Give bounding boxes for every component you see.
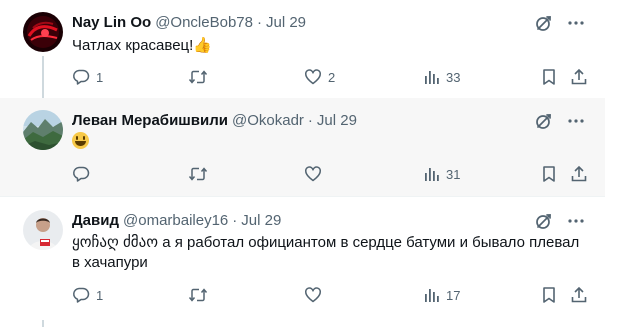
reply-button[interactable] xyxy=(72,164,96,184)
retweet-button[interactable] xyxy=(188,164,214,184)
avatar[interactable] xyxy=(23,12,63,52)
more-icon[interactable] xyxy=(567,212,585,230)
retweet-icon xyxy=(188,286,208,304)
timestamp[interactable]: Jul 29 xyxy=(317,112,357,129)
display-name[interactable]: Давид xyxy=(72,212,119,229)
timestamp[interactable]: Jul 29 xyxy=(241,212,281,229)
reply-button[interactable]: 1 xyxy=(72,285,103,305)
tweet-text-content: ყოჩაღ ძმაო а я работал официантом в серд… xyxy=(72,234,580,271)
share-icon xyxy=(570,165,588,183)
tweet-text: ყოჩაღ ძმაო а я работал официантом в серд… xyxy=(72,233,587,273)
grok-icon[interactable] xyxy=(535,14,553,32)
views-icon xyxy=(424,68,440,86)
view-count: 31 xyxy=(446,166,461,182)
views-button[interactable]: 33 xyxy=(424,67,460,87)
separator-dot: · xyxy=(256,13,262,31)
reply-icon xyxy=(72,286,90,304)
retweet-button[interactable] xyxy=(188,67,214,87)
retweet-icon xyxy=(188,68,208,86)
display-name[interactable]: Леван Мерабишвили xyxy=(72,112,228,129)
bookmark-icon xyxy=(541,286,557,304)
views-icon xyxy=(424,286,440,304)
tweet[interactable]: Nay Lin Oo @OncleBob78 · Jul 29 Чатлах к… xyxy=(0,0,605,98)
share-button[interactable] xyxy=(570,285,588,305)
timestamp[interactable]: Jul 29 xyxy=(266,14,306,31)
separator-dot: · xyxy=(307,111,313,129)
tweet-text: 😃 xyxy=(72,132,587,153)
tweet-header-actions xyxy=(535,111,585,131)
tweet[interactable]: Давид @omarbailey16 · Jul 29 ყოჩაღ ძმაო … xyxy=(0,198,605,327)
like-button[interactable] xyxy=(304,164,328,184)
tweet-header: Nay Lin Oo @OncleBob78 · Jul 29 xyxy=(72,12,306,32)
like-button[interactable] xyxy=(304,285,328,305)
tweet-header: Леван Мерабишвили @Okokadr · Jul 29 xyxy=(72,110,357,130)
tweet-text: Чатлах красавец!👍 xyxy=(72,35,587,56)
reply-icon xyxy=(72,68,90,86)
views-button[interactable]: 31 xyxy=(424,164,460,184)
grok-icon[interactable] xyxy=(535,212,553,230)
tweet-text-content: Чатлах красавец! xyxy=(72,37,194,54)
reply-count: 1 xyxy=(96,287,104,303)
grok-icon[interactable] xyxy=(535,112,553,130)
reply-count: 1 xyxy=(96,69,104,85)
more-icon[interactable] xyxy=(567,112,585,130)
like-icon xyxy=(304,165,322,183)
tweet-header-actions xyxy=(535,211,585,231)
user-handle[interactable]: @Okokadr xyxy=(232,112,304,129)
tweet-header-actions xyxy=(535,13,585,33)
share-button[interactable] xyxy=(570,67,588,87)
like-button[interactable]: 2 xyxy=(304,67,335,87)
share-icon xyxy=(570,68,588,86)
separator-dot: · xyxy=(232,211,238,229)
tweet-header: Давид @omarbailey16 · Jul 29 xyxy=(72,210,281,230)
grinning-face-emoji xyxy=(72,132,89,149)
thumbs-up-emoji: 👍 xyxy=(193,36,212,54)
display-name[interactable]: Nay Lin Oo xyxy=(72,14,151,31)
like-count: 2 xyxy=(328,69,336,85)
views-button[interactable]: 17 xyxy=(424,285,460,305)
avatar[interactable] xyxy=(23,110,63,150)
reply-icon xyxy=(72,165,90,183)
retweet-icon xyxy=(188,165,208,183)
more-icon[interactable] xyxy=(567,14,585,32)
tweet-actions: 1 2 33 xyxy=(72,67,590,87)
user-handle[interactable]: @OncleBob78 xyxy=(155,14,253,31)
tweet[interactable]: Леван Мерабишвили @Okokadr · Jul 29 😃 xyxy=(0,98,605,197)
user-handle[interactable]: @omarbailey16 xyxy=(123,212,228,229)
views-icon xyxy=(424,165,440,183)
bookmark-icon xyxy=(541,68,557,86)
bookmark-button[interactable] xyxy=(541,285,557,305)
share-button[interactable] xyxy=(570,164,588,184)
view-count: 17 xyxy=(446,287,461,303)
thread-line xyxy=(42,56,44,98)
bookmark-button[interactable] xyxy=(541,164,557,184)
share-icon xyxy=(570,286,588,304)
tweet-actions: 31 xyxy=(72,164,590,184)
thread-line xyxy=(42,320,44,327)
like-icon xyxy=(304,68,322,86)
reply-button[interactable]: 1 xyxy=(72,67,103,87)
bookmark-button[interactable] xyxy=(541,67,557,87)
tweet-actions: 1 17 xyxy=(72,285,590,305)
bookmark-icon xyxy=(541,165,557,183)
view-count: 33 xyxy=(446,69,461,85)
avatar[interactable] xyxy=(23,210,63,250)
retweet-button[interactable] xyxy=(188,285,214,305)
like-icon xyxy=(304,286,322,304)
